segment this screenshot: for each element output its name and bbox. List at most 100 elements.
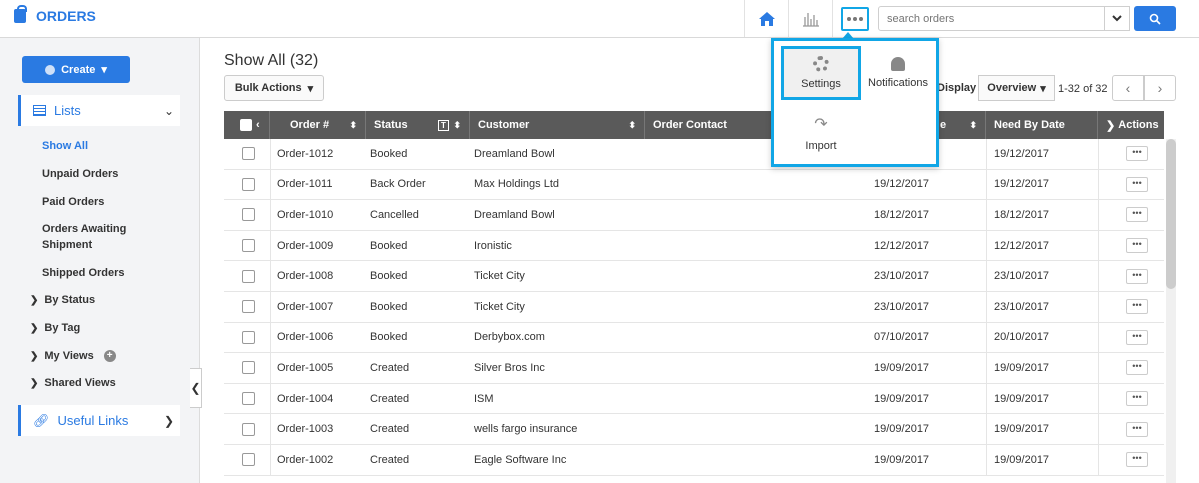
import-menu-item[interactable]: ↷ Import [781, 106, 861, 160]
table-row[interactable]: Order-1008 Booked Ticket City 23/10/2017 23/… [224, 261, 1164, 292]
row-checkbox[interactable] [242, 422, 255, 436]
customer-name[interactable]: Dreamland Bowl [474, 139, 555, 169]
customer-name[interactable]: Ticket City [474, 292, 525, 322]
sidebar-item-paid-orders[interactable]: Paid Orders [42, 194, 192, 210]
row-actions-button[interactable]: ••• [1126, 299, 1148, 315]
order-number[interactable]: Order-1008 [277, 261, 333, 291]
row-checkbox[interactable] [242, 208, 255, 222]
next-page-button[interactable]: › [1144, 75, 1176, 101]
group-my-views[interactable]: ❯ My Views + [30, 350, 116, 362]
order-number[interactable]: Order-1010 [277, 200, 333, 230]
order-number[interactable]: Order-1011 [277, 170, 332, 200]
customer-name[interactable]: Max Holdings Ltd [474, 170, 559, 200]
table-row[interactable]: Order-1007 Booked Ticket City 23/10/2017 23/… [224, 291, 1164, 323]
table-row[interactable]: Order-1005 Created Silver Bros Inc 19/09/20… [224, 353, 1164, 384]
col-need-by-date[interactable]: Need By Date [986, 111, 1098, 139]
need-by-date: 18/12/2017 [994, 208, 1050, 221]
row-checkbox[interactable] [242, 392, 255, 406]
row-actions-button[interactable]: ••• [1126, 176, 1148, 192]
table-row[interactable]: Order-1002 Created Eagle Software Inc 19/09… [224, 444, 1164, 476]
prev-page-button[interactable]: ‹ [1112, 75, 1144, 101]
table-row[interactable]: Order-1010 Cancelled Dreamland Bowl 18/12/2… [224, 200, 1164, 231]
customer-name[interactable]: Ticket City [474, 261, 525, 291]
row-checkbox[interactable] [242, 361, 255, 375]
group-by-status[interactable]: ❯ By Status [30, 294, 95, 306]
order-number[interactable]: Order-1007 [277, 292, 333, 322]
row-actions-button[interactable]: ••• [1126, 360, 1148, 376]
row-checkbox[interactable] [242, 453, 255, 467]
customer-name[interactable]: wells fargo insurance [474, 414, 577, 444]
row-checkbox[interactable] [242, 147, 255, 161]
order-number[interactable]: Order-1009 [277, 231, 333, 261]
table-row[interactable]: Order-1009 Booked Ironistic 12/12/2017 12/12… [224, 230, 1164, 262]
import-arrow-icon: ↷ [814, 116, 828, 133]
col-order[interactable]: Order # ⬍ [270, 111, 366, 139]
create-button[interactable]: Create ▾ [22, 56, 130, 83]
order-number[interactable]: Order-1012 [277, 139, 333, 169]
order-status: Booked [370, 270, 408, 283]
reports-button[interactable] [788, 0, 832, 37]
customer-name[interactable]: ISM [474, 384, 494, 414]
need-by-date: 12/12/2017 [994, 239, 1050, 252]
display-select[interactable]: Overview ▾ [978, 75, 1055, 101]
row-checkbox-cell [242, 292, 255, 322]
settings-menu-item[interactable]: Settings [781, 46, 861, 100]
row-actions-button[interactable]: ••• [1126, 329, 1148, 345]
bulk-actions-button[interactable]: Bulk Actions ▾ [224, 75, 324, 101]
table-row[interactable]: Order-1012 Booked Dreamland Bowl 19/12/2017… [224, 139, 1164, 170]
notifications-menu-item[interactable]: Notifications [862, 46, 934, 100]
useful-links-section[interactable]: 🔗︎ Useful Links ❯ [18, 405, 180, 436]
row-checkbox[interactable] [242, 269, 255, 283]
customer-name[interactable]: Silver Bros Inc [474, 353, 545, 383]
row-actions-button[interactable]: ••• [1126, 238, 1148, 254]
table-row[interactable]: Order-1011 Back Order Max Holdings Ltd 19/1… [224, 169, 1164, 201]
search-button[interactable] [1134, 6, 1176, 31]
lists-section[interactable]: Lists ⌄ [18, 95, 180, 126]
table-row[interactable]: Order-1004 Created ISM 19/09/2017 19/09/2017… [224, 383, 1164, 415]
home-button[interactable] [744, 0, 788, 37]
useful-links-label: Useful Links [57, 413, 129, 428]
add-view-icon[interactable]: + [103, 350, 116, 362]
group-shared-views[interactable]: ❯ Shared Views [30, 377, 116, 389]
actions-cell: ••• [1126, 170, 1148, 200]
sidebar-item-show-all[interactable]: Show All [42, 138, 192, 154]
sidebar-item-unpaid-orders[interactable]: Unpaid Orders [42, 166, 192, 182]
customer-name[interactable]: Ironistic [474, 231, 512, 261]
sidebar-item-shipped-orders[interactable]: Shipped Orders [42, 265, 192, 281]
brand[interactable]: ORDERS [14, 5, 96, 24]
search-input[interactable] [878, 6, 1105, 31]
table-row[interactable]: Order-1003 Created wells fargo insurance 19… [224, 414, 1164, 445]
row-actions-button[interactable]: ••• [1126, 207, 1148, 223]
col-customer[interactable]: Customer ⬍ [470, 111, 645, 139]
row-actions-button[interactable]: ••• [1126, 421, 1148, 437]
order-number[interactable]: Order-1004 [277, 384, 333, 414]
row-actions-button[interactable]: ••• [1126, 391, 1148, 407]
row-actions-button[interactable]: ••• [1126, 452, 1148, 468]
sidebar-item-orders-awaiting-shipment[interactable]: Orders Awaiting Shipment [42, 221, 152, 253]
row-actions-button[interactable]: ••• [1126, 146, 1148, 162]
order-date: 19/09/2017 [874, 361, 930, 374]
table-row[interactable]: Order-1006 Booked Derbybox.com 07/10/2017 20… [224, 322, 1164, 354]
order-number[interactable]: Order-1003 [277, 414, 333, 444]
customer-name[interactable]: Dreamland Bowl [474, 200, 555, 230]
order-number[interactable]: Order-1005 [277, 353, 333, 383]
order-number[interactable]: Order-1006 [277, 323, 333, 353]
row-checkbox[interactable] [242, 177, 255, 191]
row-actions-button[interactable]: ••• [1126, 268, 1148, 284]
order-number[interactable]: Order-1002 [277, 445, 333, 475]
col-status[interactable]: Status T ⬍ [366, 111, 470, 139]
more-options-button[interactable] [840, 6, 869, 31]
col-actions[interactable]: ❯ Actions [1098, 111, 1164, 139]
row-checkbox[interactable] [242, 239, 255, 253]
group-by-tag[interactable]: ❯ By Tag [30, 322, 80, 334]
row-checkbox[interactable] [242, 330, 255, 344]
select-all-header[interactable]: ‹ [224, 111, 270, 139]
customer-name[interactable]: Eagle Software Inc [474, 445, 566, 475]
customer-name[interactable]: Derbybox.com [474, 323, 545, 353]
search-dropdown[interactable] [1104, 6, 1130, 31]
scrollbar-thumb[interactable] [1166, 139, 1176, 289]
filter-icon[interactable]: T [438, 119, 449, 131]
select-all-checkbox[interactable] [240, 119, 252, 131]
collapse-sidebar-button[interactable]: ❮ [190, 368, 202, 408]
row-checkbox[interactable] [242, 300, 255, 314]
